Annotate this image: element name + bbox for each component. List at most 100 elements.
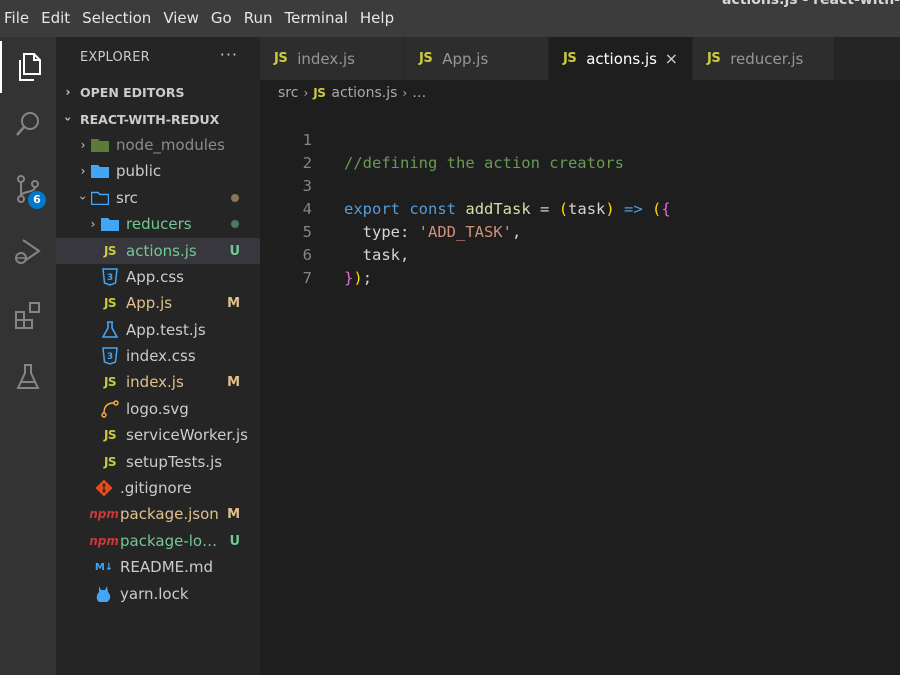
tree-item-label: package-loc... (120, 532, 224, 550)
markdown-icon: M↓ (94, 561, 114, 573)
project-label: REACT-WITH-REDUX (80, 111, 220, 127)
code-line: 4 type: 'ADD_TASK', (260, 175, 522, 241)
chevron-right-icon: › (80, 138, 86, 152)
tree-item-package-json[interactable]: npm package.json M (56, 501, 260, 527)
explorer-activity[interactable] (0, 41, 56, 93)
js-file-icon: JS (103, 375, 117, 389)
tree-item-node-modules[interactable]: › node_modules (56, 132, 260, 158)
css-file-icon: 3 (100, 347, 120, 365)
js-file-icon: JS (563, 51, 577, 66)
line-content: }); (344, 269, 373, 287)
project-section[interactable]: › REACT-WITH-REDUX (56, 107, 260, 131)
tree-item-label: src (116, 189, 138, 207)
tree-item-app-js[interactable]: JS App.js M (56, 290, 260, 316)
chevron-right-icon: › (402, 86, 408, 100)
code-line: 7 (260, 244, 312, 287)
git-status-badge: M (227, 374, 240, 390)
git-icon (94, 479, 114, 497)
more-actions-button[interactable]: ··· (220, 45, 238, 64)
tree-item-yarn-lock[interactable]: yarn.lock (56, 581, 260, 607)
tree-item-public[interactable]: › public (56, 158, 260, 184)
test-flask-icon (100, 321, 120, 339)
tree-item-index-css[interactable]: 3 index.css (56, 343, 260, 369)
js-file-icon: JS (313, 86, 326, 100)
chevron-down-icon: › (61, 116, 75, 122)
line-number: 7 (302, 269, 312, 287)
tab-label: index.js (297, 49, 355, 68)
tab-app-js[interactable]: JS App.js (405, 37, 549, 80)
tree-item-service-worker-js[interactable]: JS serviceWorker.js (56, 422, 260, 448)
activity-bar: 6 (0, 37, 56, 675)
tab-reducer-js[interactable]: JS reducer.js (693, 37, 835, 80)
git-status-badge: M (227, 506, 240, 522)
extensions-icon (15, 302, 40, 329)
tab-index-js[interactable]: JS index.js (260, 37, 405, 80)
tree-item-label: reducers (126, 215, 192, 233)
tab-actions-js[interactable]: JS actions.js × (549, 37, 693, 80)
open-editors-label: OPEN EDITORS (80, 84, 185, 100)
menu-selection[interactable]: Selection (77, 0, 158, 37)
breadcrumb-file[interactable]: actions.js (331, 85, 397, 101)
explorer-sidebar: EXPLORER ··· › OPEN EDITORS › REACT-WITH… (56, 37, 260, 675)
folder-icon (90, 162, 110, 180)
menu-go[interactable]: Go (206, 0, 239, 37)
git-status-badge: U (229, 533, 240, 549)
tree-item-reducers[interactable]: › reducers (56, 211, 260, 237)
open-editors-section[interactable]: › OPEN EDITORS (56, 80, 260, 104)
tree-item-label: node_modules (116, 136, 225, 154)
tree-item-gitignore[interactable]: .gitignore (56, 475, 260, 501)
modified-dot (231, 194, 239, 202)
tree-item-label: serviceWorker.js (126, 426, 248, 444)
tree-item-app-css[interactable]: 3 App.css (56, 264, 260, 290)
menu-file[interactable]: File (0, 0, 36, 37)
tree-item-label: README.md (120, 558, 214, 576)
js-file-icon: JS (707, 51, 721, 66)
chevron-right-icon: › (90, 217, 96, 231)
run-debug-icon (15, 239, 41, 264)
testing-activity[interactable] (0, 351, 56, 403)
breadcrumb: src › JS actions.js › … (278, 83, 426, 103)
run-debug-activity[interactable] (0, 225, 56, 277)
tree-item-index-js[interactable]: JS index.js M (56, 369, 260, 395)
folder-node-icon (90, 136, 110, 154)
menu-help[interactable]: Help (355, 0, 401, 37)
line-content: //defining the action creators (344, 154, 624, 172)
tree-item-label: logo.svg (126, 400, 189, 418)
tree-item-logo-svg[interactable]: logo.svg (56, 396, 260, 422)
tab-label: actions.js (586, 49, 657, 68)
source-control-activity[interactable] (0, 163, 56, 215)
tree-item-readme-md[interactable]: M↓ README.md (56, 554, 260, 580)
yarn-cat-icon (94, 585, 114, 603)
tree-item-label: .gitignore (120, 479, 192, 497)
tree-item-src[interactable]: › src (56, 185, 260, 211)
js-file-icon: JS (103, 296, 117, 310)
close-icon[interactable]: × (665, 49, 678, 68)
menu-edit[interactable]: Edit (36, 0, 77, 37)
chevron-right-icon: › (303, 86, 309, 100)
tree-item-setup-tests-js[interactable]: JS setupTests.js (56, 449, 260, 475)
breadcrumb-folder[interactable]: src (278, 85, 298, 101)
css-file-icon: 3 (100, 268, 120, 286)
folder-icon (100, 215, 120, 233)
tree-item-app-test-js[interactable]: App.test.js (56, 317, 260, 343)
menu-terminal[interactable]: Terminal (280, 0, 355, 37)
tree-item-label: index.css (126, 347, 196, 365)
search-activity[interactable] (0, 99, 56, 151)
menu-view[interactable]: View (158, 0, 206, 37)
code-editor[interactable]: 1 //defining the action creators 2 3 exp… (260, 104, 900, 675)
extensions-activity[interactable] (0, 289, 56, 341)
git-status-badge: M (227, 295, 240, 311)
js-file-icon: JS (274, 51, 288, 66)
breadcrumb-symbols[interactable]: … (412, 85, 426, 101)
chevron-right-icon: › (80, 164, 86, 178)
tree-item-actions-js[interactable]: JS actions.js U (56, 238, 260, 264)
flask-icon (16, 364, 40, 389)
menu-run[interactable]: Run (239, 0, 280, 37)
tree-item-package-lock-json[interactable]: npm package-loc... U (56, 528, 260, 554)
js-file-icon: JS (103, 244, 117, 258)
js-file-icon: JS (103, 455, 117, 469)
tree-item-label: App.js (126, 294, 173, 312)
tree-item-label: yarn.lock (120, 585, 189, 603)
code-line: 5 task, (260, 198, 410, 264)
tree-item-label: public (116, 162, 162, 180)
